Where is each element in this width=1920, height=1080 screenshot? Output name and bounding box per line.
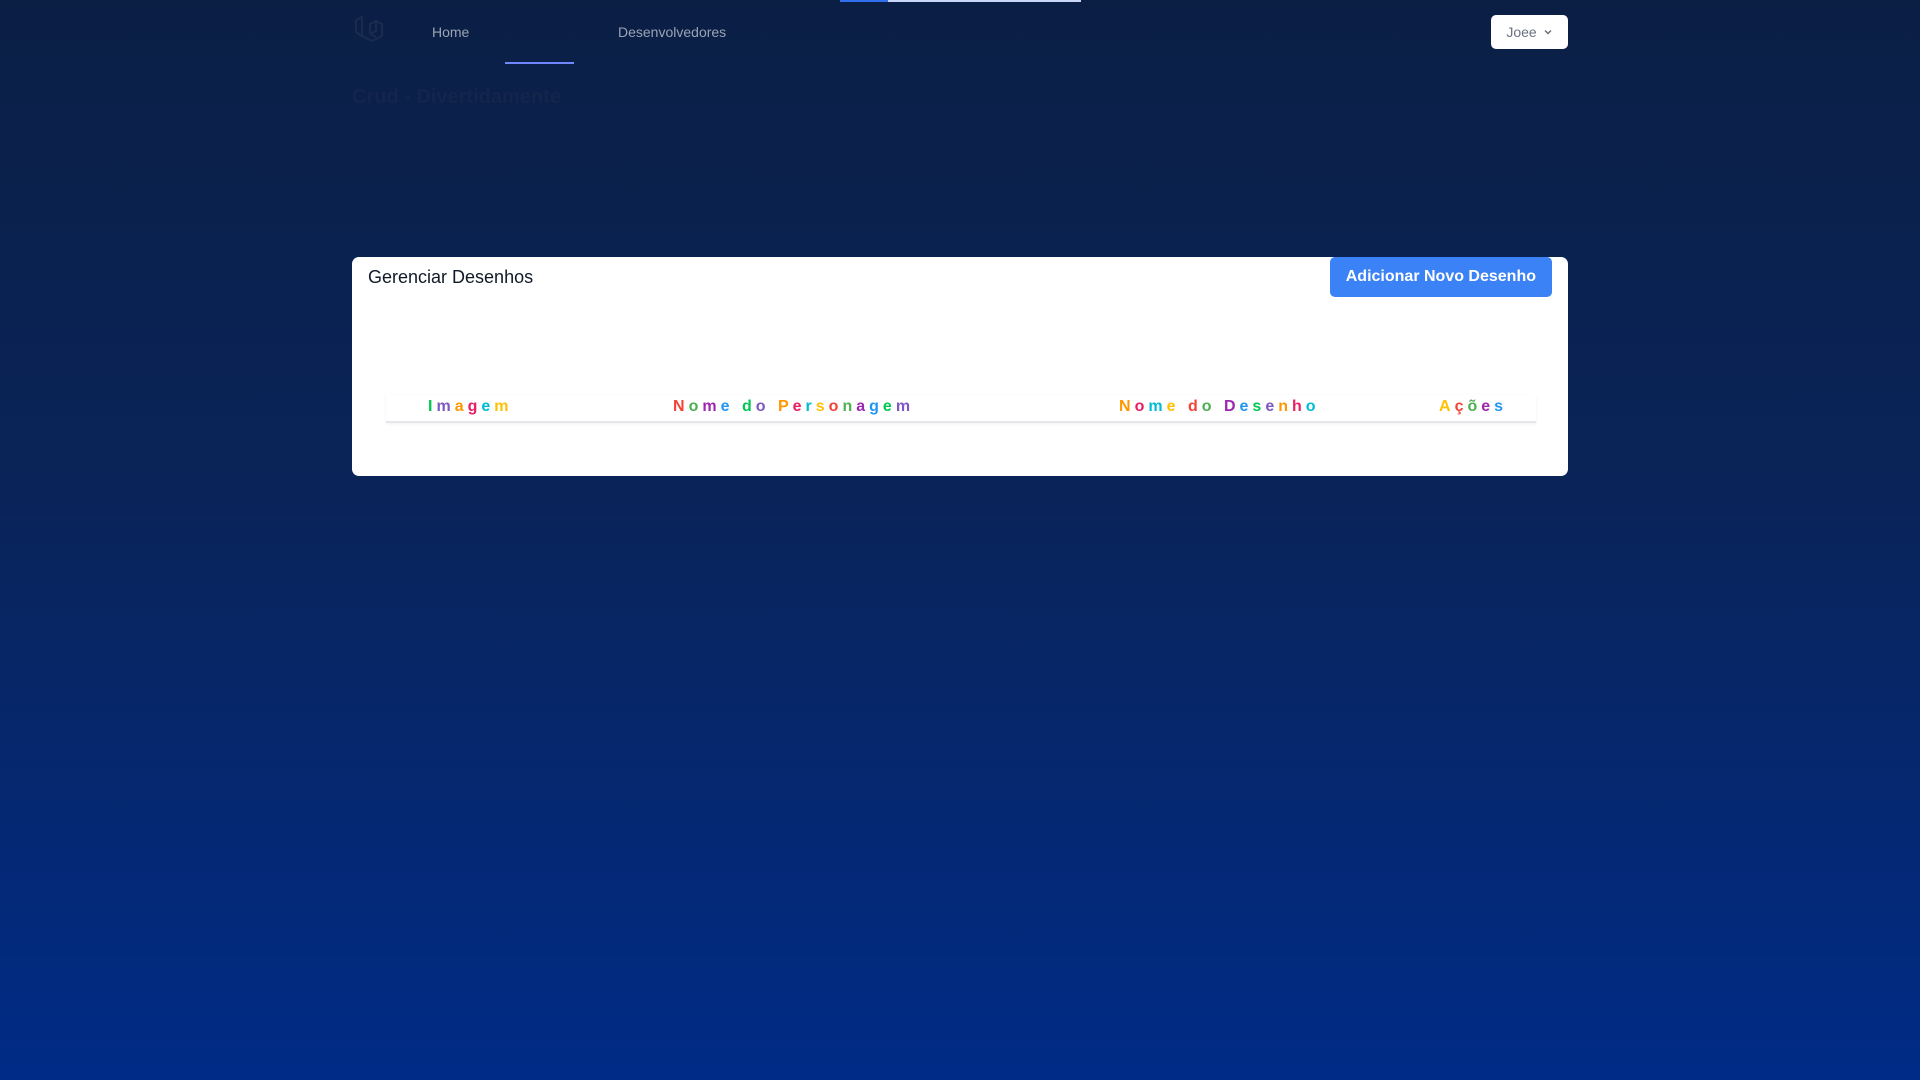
- nav-link-desenvolvedores[interactable]: Desenvolvedores: [618, 0, 726, 64]
- manage-drawings-card: Gerenciar Desenhos Adicionar Novo Desenh…: [352, 257, 1568, 476]
- page-title: Crud - Divertidamente: [352, 86, 561, 108]
- add-new-drawing-button[interactable]: Adicionar Novo Desenho: [1329, 257, 1552, 297]
- chevron-down-icon: [1544, 29, 1552, 35]
- user-menu-button[interactable]: Joee: [1491, 15, 1568, 49]
- column-header-actions: Ações: [1439, 398, 1508, 415]
- column-header-image: Imagem: [428, 398, 513, 415]
- column-header-drawing-name: Nome do Desenho: [1119, 398, 1320, 415]
- drawings-table: Imagem Nome do Personagem Nome do Desenh…: [386, 395, 1536, 423]
- nav-link-dashboard[interactable]: Dashboard: [505, 0, 574, 64]
- top-navbar: Home Dashboard Desenvolvedores Joee: [352, 0, 1568, 65]
- card-title: Gerenciar Desenhos: [368, 267, 534, 287]
- laravel-logo-icon[interactable]: [352, 14, 386, 48]
- nav-link-home[interactable]: Home: [432, 0, 469, 64]
- user-name: Joee: [1506, 24, 1537, 40]
- column-header-character-name: Nome do Personagem: [673, 398, 915, 415]
